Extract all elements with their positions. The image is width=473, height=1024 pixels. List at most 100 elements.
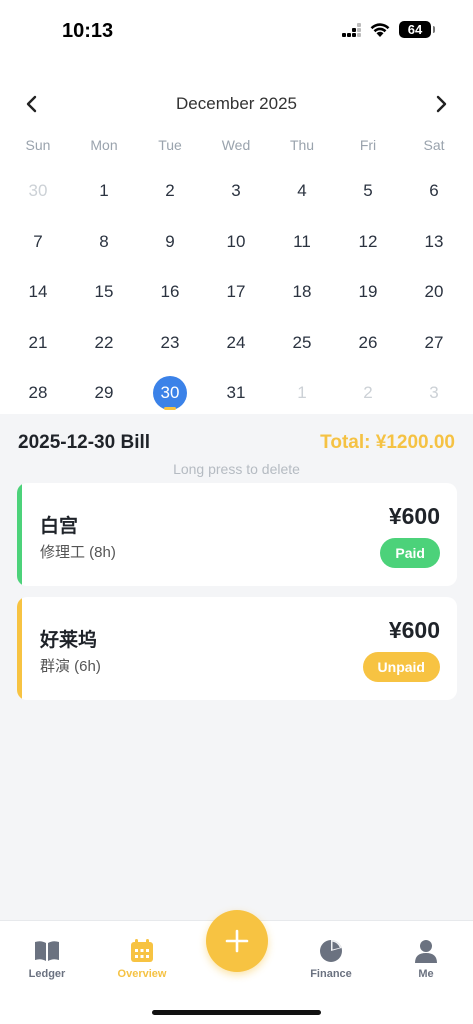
day-number: 12: [358, 231, 378, 251]
day-number: 3: [231, 181, 241, 201]
calendar-day[interactable]: 19: [335, 267, 401, 318]
next-month-button[interactable]: [427, 90, 455, 118]
tab-me[interactable]: Me: [379, 939, 473, 980]
day-number: 1: [297, 383, 307, 403]
tab-label: Me: [418, 968, 434, 980]
delete-hint: Long press to delete: [173, 461, 300, 477]
calendar-day[interactable]: 31: [203, 368, 269, 419]
chevron-right-icon: [436, 95, 447, 113]
day-number: 2: [165, 181, 175, 201]
add-record-button[interactable]: [206, 910, 268, 972]
tab-ledger[interactable]: Ledger: [0, 939, 94, 980]
day-number: 13: [424, 231, 444, 251]
calendar-day[interactable]: 8: [71, 217, 137, 268]
calendar-day[interactable]: 3: [203, 166, 269, 217]
weekday-label: Fri: [359, 137, 377, 153]
cellular-signal-icon: [342, 22, 361, 37]
day-number: 10: [226, 231, 246, 251]
person-icon: [415, 940, 437, 963]
calendar-day[interactable]: 2: [137, 166, 203, 217]
calendar-icon: [131, 939, 153, 962]
calendar-day[interactable]: 23: [137, 318, 203, 369]
weekday-label: Wed: [221, 137, 251, 153]
calendar-day[interactable]: 30: [5, 166, 71, 217]
calendar-day[interactable]: 26: [335, 318, 401, 369]
day-number: 17: [226, 282, 246, 302]
plus-icon: [225, 929, 249, 953]
calendar-day[interactable]: 29: [71, 368, 137, 419]
calendar-day[interactable]: 14: [5, 267, 71, 318]
weekday-row: Sun Mon Tue Wed Thu Fri Sat: [5, 137, 467, 153]
calendar-day[interactable]: 28: [5, 368, 71, 419]
calendar-day[interactable]: 15: [71, 267, 137, 318]
calendar-day[interactable]: 25: [269, 318, 335, 369]
calendar-day[interactable]: 1: [71, 166, 137, 217]
tab-label: Ledger: [28, 968, 66, 980]
calendar-day[interactable]: 10: [203, 217, 269, 268]
weekday-label: Thu: [289, 137, 315, 153]
day-grid: 30 1 2 3 4 5 6 7 8 9 10 11 12 13 14 15 16 17 18 19 20 21 22 23 2…: [5, 166, 467, 419]
calendar-day[interactable]: 7: [5, 217, 71, 268]
calendar-day[interactable]: 12: [335, 217, 401, 268]
bill-total: Total: ¥1200.00: [320, 432, 455, 453]
day-number: 4: [297, 181, 307, 201]
weekday-label: Tue: [158, 137, 182, 153]
calendar-day[interactable]: 9: [137, 217, 203, 268]
record-job: 群演 (6h): [40, 658, 101, 675]
calendar-day[interactable]: 11: [269, 217, 335, 268]
weekday-label: Sun: [25, 137, 51, 153]
day-number: 19: [358, 282, 378, 302]
day-number: 6: [429, 181, 439, 201]
day-number: 18: [292, 282, 312, 302]
day-number: 2: [363, 383, 373, 403]
status-badge[interactable]: Paid: [380, 538, 440, 568]
home-indicator: [152, 1010, 321, 1015]
calendar-day[interactable]: 16: [137, 267, 203, 318]
day-number: 29: [94, 383, 114, 403]
calendar-day[interactable]: 13: [401, 217, 467, 268]
calendar-day[interactable]: 18: [269, 267, 335, 318]
calendar-day[interactable]: 21: [5, 318, 71, 369]
record-card[interactable]: 白宫 修理工 (8h) ¥600 Paid: [17, 483, 457, 586]
calendar-day[interactable]: 17: [203, 267, 269, 318]
day-number: 11: [293, 231, 311, 251]
day-number: 16: [160, 282, 180, 302]
tab-overview[interactable]: Overview: [95, 939, 189, 980]
wifi-icon: [370, 22, 390, 37]
tab-label: Finance: [310, 968, 352, 980]
record-amount: ¥600: [388, 617, 440, 643]
status-time: 10:13: [62, 20, 114, 42]
day-number: 5: [363, 181, 373, 201]
card-accent-bar: [17, 597, 22, 700]
record-card[interactable]: 好莱坞 群演 (6h) ¥600 Unpaid: [17, 597, 457, 700]
calendar-day[interactable]: 24: [203, 318, 269, 369]
day-number: 8: [99, 231, 109, 251]
tab-label: Overview: [117, 968, 167, 980]
calendar-day[interactable]: 20: [401, 267, 467, 318]
day-number: 15: [94, 282, 114, 302]
day-number: 21: [28, 332, 48, 352]
day-number: 25: [292, 332, 312, 352]
calendar-day[interactable]: 27: [401, 318, 467, 369]
record-job: 修理工 (8h): [40, 544, 116, 561]
record-name: 白宫: [40, 516, 79, 537]
calendar-day[interactable]: 3: [401, 368, 467, 419]
battery-icon: 64: [399, 21, 435, 38]
calendar-day[interactable]: 5: [335, 166, 401, 217]
calendar-day[interactable]: 2: [335, 368, 401, 419]
day-number: 28: [28, 383, 48, 403]
day-number: 23: [160, 332, 180, 352]
calendar-day[interactable]: 4: [269, 166, 335, 217]
book-icon: [35, 941, 59, 961]
calendar-day[interactable]: 1: [269, 368, 335, 419]
calendar-day[interactable]: 6: [401, 166, 467, 217]
status-badge[interactable]: Unpaid: [362, 652, 440, 682]
day-number: 30: [153, 376, 187, 411]
day-number: 9: [165, 231, 175, 251]
tab-finance[interactable]: Finance: [284, 939, 378, 980]
calendar-header: December 2025: [0, 90, 473, 118]
calendar-day-selected[interactable]: 30: [137, 368, 203, 419]
bill-title: 2025-12-30 Bill: [18, 432, 151, 453]
calendar-day[interactable]: 22: [71, 318, 137, 369]
day-number: 14: [28, 282, 48, 302]
